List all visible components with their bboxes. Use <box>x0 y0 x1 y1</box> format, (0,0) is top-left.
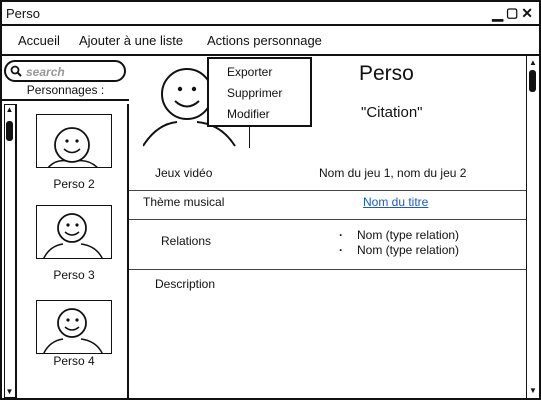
title-bar: Perso ▁ ▢ ✕ <box>2 2 539 26</box>
menu-item-supprimer[interactable]: Supprimer <box>227 86 282 100</box>
list-item-label: Perso 4 <box>53 354 95 368</box>
scroll-thumb[interactable] <box>529 70 536 92</box>
divider <box>129 269 526 270</box>
list-header-divider <box>2 99 129 101</box>
face-icon <box>36 300 112 354</box>
relations-list: Nom (type relation) Nom (type relation) <box>339 228 459 258</box>
actions-dropdown-menu: Exporter Supprimer Modifier <box>207 57 312 127</box>
menu-ajouter-liste[interactable]: Ajouter à une liste <box>79 33 183 48</box>
list-header: Personnages : <box>26 83 105 97</box>
detail-scrollbar[interactable]: ▲ ▼ <box>526 56 539 398</box>
divider <box>129 190 526 191</box>
window-title: Perso <box>6 6 40 21</box>
scroll-down-icon[interactable]: ▼ <box>528 386 538 396</box>
scroll-up-icon[interactable]: ▲ <box>528 58 538 68</box>
sidebar: Personnages : ▲ ▼ Perso 2 <box>2 56 129 398</box>
list-item-label: Perso 2 <box>53 177 95 191</box>
close-icon[interactable]: ✕ <box>521 5 533 21</box>
menu-accueil[interactable]: Accueil <box>18 33 60 48</box>
detail-panel: Perso "Citation" Jeux vidéo Nom du jeu 1… <box>129 56 526 398</box>
window-controls: ▁ ▢ ✕ <box>492 5 533 21</box>
games-label: Jeux vidéo <box>155 166 213 180</box>
search-input[interactable] <box>26 64 122 79</box>
search-box[interactable] <box>4 60 126 82</box>
list-item[interactable]: Perso 3 <box>36 205 112 282</box>
list-item[interactable]: Perso 4 <box>36 300 112 368</box>
relation-item[interactable]: Nom (type relation) <box>339 228 459 243</box>
menu-actions-personnage[interactable]: Actions personnage <box>207 33 322 48</box>
character-name: Perso <box>359 62 414 85</box>
scroll-up-icon[interactable]: ▲ <box>5 105 14 115</box>
scroll-down-icon[interactable]: ▼ <box>5 387 14 397</box>
face-icon <box>36 205 112 259</box>
divider <box>129 219 526 220</box>
app-window: Perso ▁ ▢ ✕ Accueil Ajouter à une liste … <box>0 0 541 400</box>
description-label: Description <box>155 277 216 291</box>
minimize-icon[interactable]: ▁ <box>492 5 503 21</box>
relations-label: Relations <box>161 234 212 248</box>
list-scrollbar[interactable]: ▲ ▼ <box>4 104 16 398</box>
theme-label: Thème musical <box>143 195 225 209</box>
character-quote: "Citation" <box>361 104 423 121</box>
theme-link[interactable]: Nom du titre <box>363 195 428 209</box>
games-value: Nom du jeu 1, nom du jeu 2 <box>319 166 467 180</box>
maximize-icon[interactable]: ▢ <box>506 5 518 21</box>
face-icon <box>36 114 112 168</box>
list-item[interactable]: Perso 2 <box>36 114 112 191</box>
menu-item-exporter[interactable]: Exporter <box>227 65 272 79</box>
scroll-thumb[interactable] <box>6 121 13 141</box>
relation-item[interactable]: Nom (type relation) <box>339 243 459 258</box>
search-icon <box>10 65 22 77</box>
menu-bar: Accueil Ajouter à une liste Actions pers… <box>2 26 539 56</box>
menu-item-modifier[interactable]: Modifier <box>227 107 270 121</box>
list-item-label: Perso 3 <box>53 268 95 282</box>
